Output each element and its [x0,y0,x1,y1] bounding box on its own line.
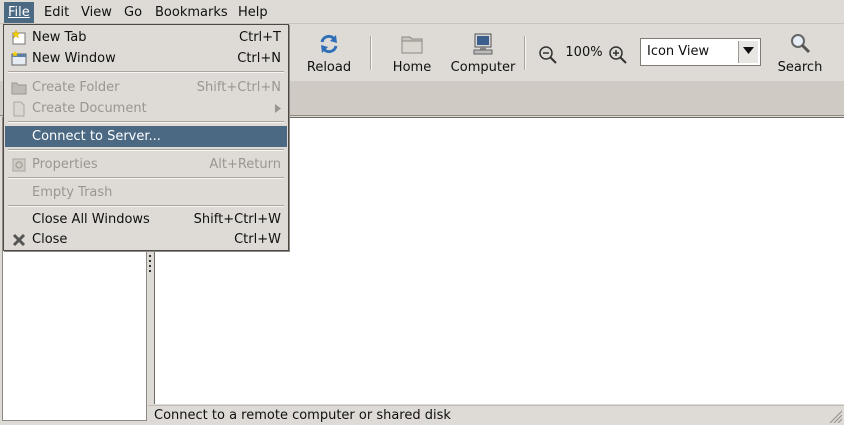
menu-item-label: Connect to Server... [32,129,161,144]
menu-item-create-folder: Create Folder Shift+Ctrl+N [5,77,287,98]
folder-icon [11,82,27,95]
menu-item-close-all-windows[interactable]: Close All Windows Shift+Ctrl+W [5,209,287,230]
menu-item-connect-to-server[interactable]: Connect to Server... [5,126,287,147]
statusbar: Connect to a remote computer or shared d… [148,405,844,425]
menu-item-label: Properties [32,157,98,172]
computer-button[interactable]: Computer [450,30,516,78]
close-icon [12,233,26,247]
menu-item-close[interactable]: Close Ctrl+W [5,229,287,250]
toolbar-separator [370,36,372,70]
properties-icon [12,158,26,172]
new-window-icon [11,51,27,66]
pane-resize-handle[interactable] [148,250,152,272]
search-button[interactable]: Search [774,30,826,78]
menubar: File Edit View Go Bookmarks Help [0,0,844,24]
menu-item-label: Close [32,232,68,247]
menu-item-shortcut: Shift+Ctrl+W [193,212,281,227]
menu-item-shortcut: Alt+Return [209,157,281,172]
view-mode-value: Icon View [647,44,710,59]
menu-item-label: New Window [32,51,116,66]
file-menu-dropdown: New Tab Ctrl+T New Window Ctrl+N Create … [3,24,289,251]
menu-item-label: Create Document [32,101,147,116]
computer-label: Computer [450,60,516,75]
view-mode-dropdown-button[interactable] [738,41,758,63]
menu-view[interactable]: View [77,2,116,23]
window-resize-grip[interactable] [828,409,842,423]
menu-item-label: Empty Trash [32,185,113,200]
status-text: Connect to a remote computer or shared d… [154,408,451,423]
chevron-down-icon [743,47,754,54]
menu-item-new-tab[interactable]: New Tab Ctrl+T [5,27,287,48]
submenu-arrow-icon [275,104,281,113]
menu-item-properties: Properties Alt+Return [5,154,287,175]
menu-separator [8,121,284,123]
folder-home-icon [401,36,423,54]
menu-item-label: New Tab [32,30,87,45]
zoom-in-icon[interactable] [607,44,629,66]
document-icon [13,101,25,117]
home-label: Home [392,60,432,75]
zoom-level[interactable]: 100% [563,44,605,62]
menu-item-shortcut: Shift+Ctrl+N [196,80,281,95]
reload-icon [320,34,338,54]
menu-item-shortcut: Ctrl+W [234,232,281,247]
menu-item-empty-trash: Empty Trash [5,182,287,203]
zoom-out-icon[interactable] [537,44,559,66]
menu-item-shortcut: Ctrl+T [239,30,281,45]
menu-item-label: Close All Windows [32,212,150,227]
menu-file[interactable]: File [4,2,34,23]
reload-button[interactable]: Reload [302,30,356,78]
search-label: Search [777,60,823,75]
search-icon [791,34,811,54]
menu-file-label: File [8,5,30,20]
new-tab-icon [11,30,26,45]
view-mode-select[interactable]: Icon View [640,38,761,66]
menu-item-label: Create Folder [32,80,120,95]
menu-go[interactable]: Go [120,2,146,23]
menu-separator [8,205,284,207]
menu-separator [8,71,284,73]
menu-bookmarks[interactable]: Bookmarks [151,2,232,23]
menu-edit[interactable]: Edit [40,2,73,23]
menu-help[interactable]: Help [234,2,272,23]
menu-item-shortcut: Ctrl+N [237,51,281,66]
home-button[interactable]: Home [388,30,436,78]
menu-item-create-document: Create Document [5,98,287,119]
toolbar-separator [524,36,526,70]
menu-item-new-window[interactable]: New Window Ctrl+N [5,48,287,69]
menu-separator [8,149,284,151]
reload-label: Reload [306,60,352,75]
menu-separator [8,177,284,179]
computer-icon [473,33,493,55]
